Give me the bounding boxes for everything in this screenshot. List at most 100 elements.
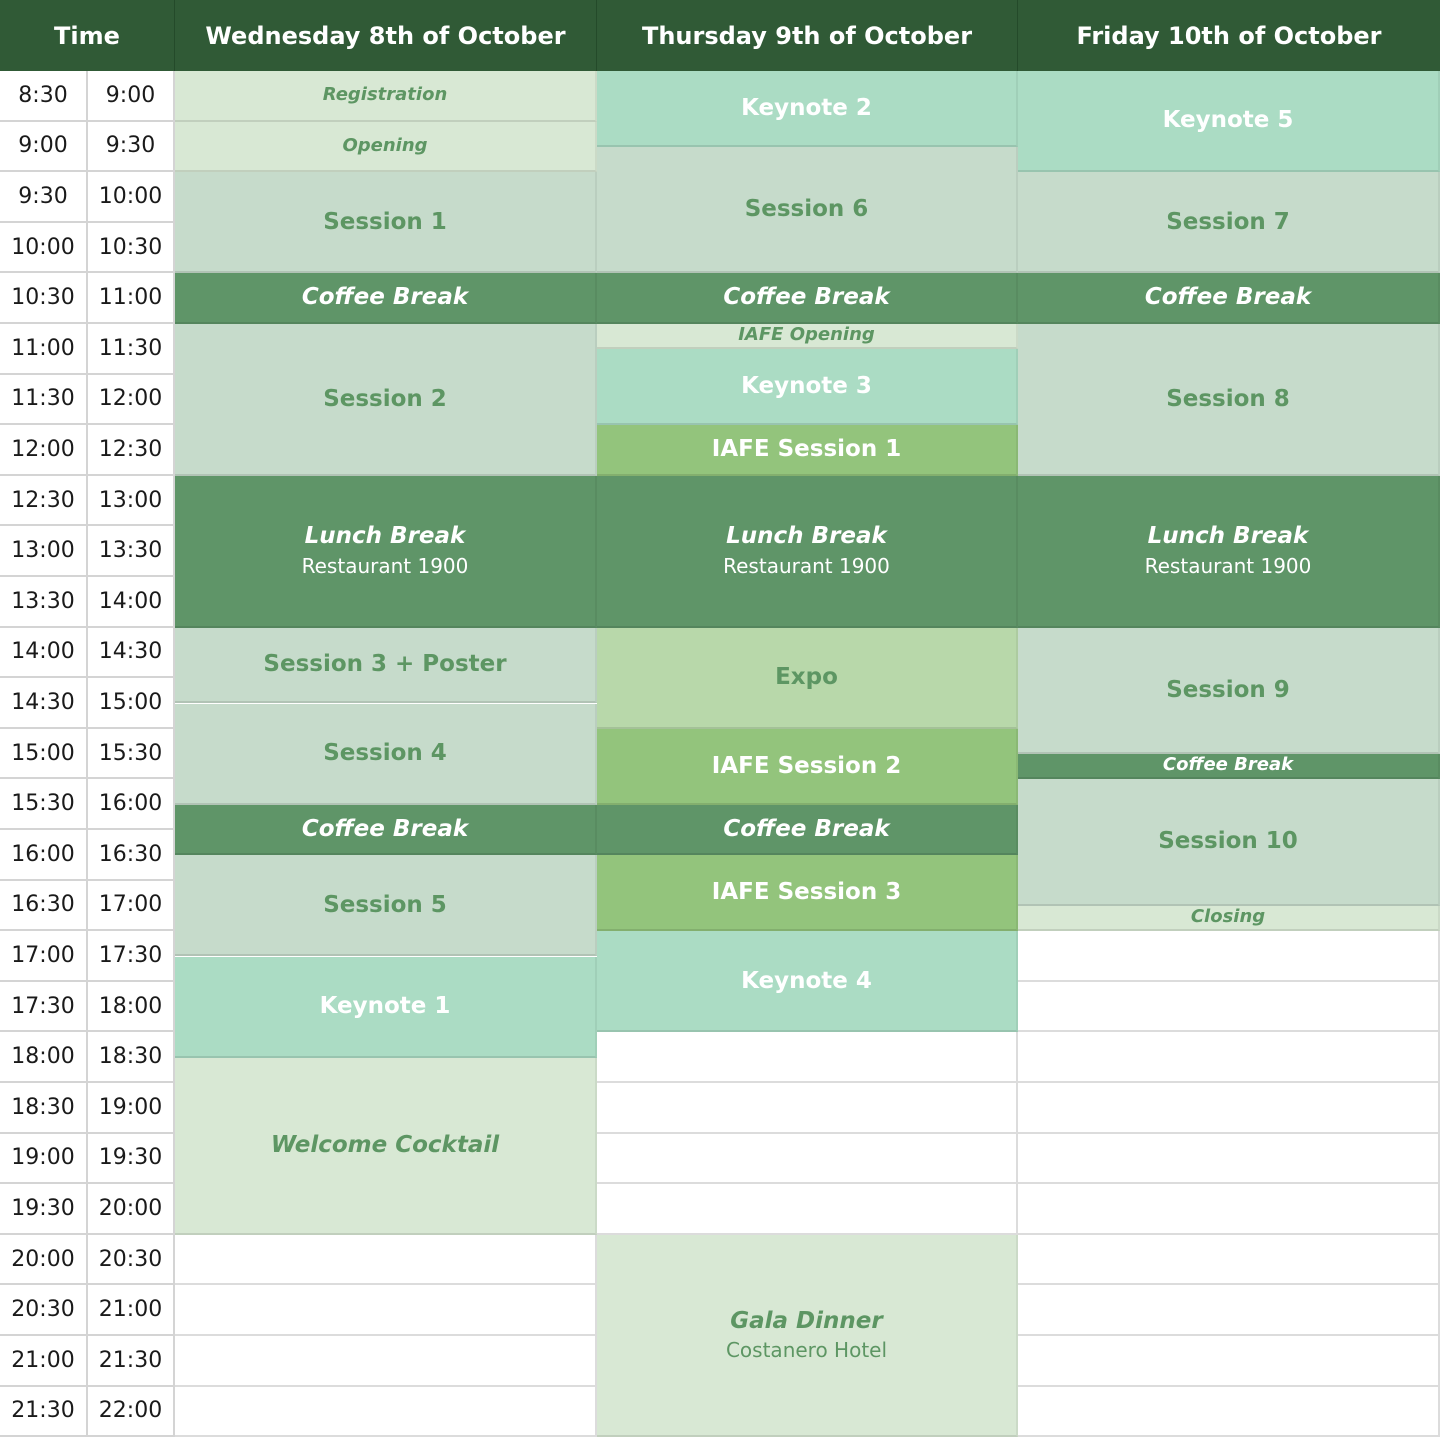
- event-title: Coffee Break: [723, 815, 890, 842]
- event-session-6: Session 6: [597, 146, 1018, 274]
- slot-start-time: 21:00: [0, 1336, 88, 1387]
- event-title: Keynote 5: [1162, 107, 1294, 134]
- slot-end-time: 17:00: [88, 880, 175, 932]
- slot-start-time: 16:00: [0, 830, 88, 881]
- event-registration: Registration: [175, 71, 597, 122]
- event-title: Expo: [775, 663, 838, 690]
- slot-start-time: 9:00: [0, 121, 88, 173]
- event-title: Closing: [1190, 906, 1266, 928]
- slot-end-time: 20:00: [88, 1184, 175, 1235]
- empty-cell-thursday: [597, 1184, 1018, 1235]
- event-coffee-break: Coffee Break: [597, 273, 1018, 324]
- slot-end-time: 11:30: [88, 324, 175, 375]
- empty-cell-thursday: [597, 1032, 1018, 1083]
- event-title: Session 6: [744, 195, 869, 222]
- slot-start-time: 11:00: [0, 324, 88, 375]
- slot-end-time: 15:00: [88, 678, 175, 729]
- event-title: Session 9: [1166, 676, 1290, 703]
- event-title: Coffee Break: [301, 815, 469, 842]
- slot-start-time: 17:00: [0, 931, 88, 982]
- event-title: IAFE Session 2: [711, 752, 902, 779]
- empty-cell-friday: [1018, 1234, 1440, 1286]
- slot-start-time: 15:30: [0, 779, 88, 830]
- event-title: Keynote 3: [741, 373, 872, 400]
- event-keynote-4: Keynote 4: [597, 931, 1018, 1033]
- event-title: Lunch Break: [726, 523, 887, 550]
- slot-end-time: 13:30: [88, 526, 175, 577]
- slot-start-time: 19:00: [0, 1133, 88, 1185]
- empty-cell-wednesday: [175, 1234, 597, 1286]
- slot-end-time: 20:30: [88, 1234, 175, 1286]
- slot-end-time: 19:30: [88, 1133, 175, 1185]
- slot-end-time: 10:30: [88, 222, 175, 274]
- event-keynote-2: Keynote 2: [597, 71, 1018, 147]
- slot-end-time: 11:00: [88, 273, 175, 324]
- slot-start-time: 21:30: [0, 1386, 88, 1438]
- empty-cell-friday: [1018, 1336, 1440, 1387]
- event-title: Session 5: [323, 891, 447, 918]
- event-coffee-break: Coffee Break: [1018, 754, 1440, 780]
- event-title: Session 1: [323, 208, 447, 235]
- slot-start-time: 14:00: [0, 627, 88, 679]
- event-closing: Closing: [1018, 905, 1440, 932]
- event-title: Lunch Break: [1147, 523, 1309, 550]
- slot-end-time: 21:30: [88, 1336, 175, 1387]
- event-title: Session 2: [323, 385, 447, 412]
- slot-end-time: 16:30: [88, 830, 175, 881]
- event-title: Coffee Break: [723, 284, 890, 311]
- event-session-8: Session 8: [1018, 324, 1440, 476]
- event-keynote-3: Keynote 3: [597, 349, 1018, 426]
- slot-start-time: 9:30: [0, 172, 88, 223]
- empty-cell-thursday: [597, 1133, 1018, 1185]
- event-coffee-break: Coffee Break: [175, 273, 597, 324]
- event-title: Coffee Break: [1144, 284, 1312, 311]
- event-coffee-break: Coffee Break: [1018, 273, 1440, 324]
- event-title: Registration: [322, 83, 448, 105]
- empty-cell-friday: [1018, 1083, 1440, 1134]
- slot-start-time: 10:00: [0, 222, 88, 274]
- empty-cell-friday: [1018, 1133, 1440, 1185]
- slot-end-time: 21:00: [88, 1285, 175, 1336]
- slot-start-time: 17:30: [0, 981, 88, 1033]
- event-opening: Opening: [175, 121, 597, 173]
- slot-end-time: 15:30: [88, 728, 175, 780]
- slot-end-time: 19:00: [88, 1083, 175, 1134]
- event-title: Opening: [342, 134, 428, 156]
- event-title: Coffee Break: [1162, 754, 1294, 776]
- slot-end-time: 22:00: [88, 1386, 175, 1438]
- empty-cell-friday: [1018, 1184, 1440, 1235]
- event-title: Coffee Break: [301, 284, 469, 311]
- event-title: Keynote 1: [319, 992, 451, 1019]
- slot-start-time: 12:30: [0, 475, 88, 527]
- slot-start-time: 15:00: [0, 728, 88, 780]
- empty-cell-wednesday: [175, 1336, 597, 1387]
- event-session-3-poster: Session 3 + Poster: [175, 627, 597, 704]
- slot-start-time: 13:00: [0, 526, 88, 577]
- event-iafe-session-1: IAFE Session 1: [597, 425, 1018, 476]
- event-title: Session 3 + Poster: [263, 651, 507, 678]
- empty-cell-friday: [1018, 1032, 1440, 1083]
- slot-start-time: 20:30: [0, 1285, 88, 1336]
- event-session-7: Session 7: [1018, 172, 1440, 274]
- event-iafe-session-2: IAFE Session 2: [597, 728, 1018, 805]
- empty-cell-friday: [1018, 981, 1440, 1033]
- event-keynote-5: Keynote 5: [1018, 71, 1440, 173]
- slot-start-time: 10:30: [0, 273, 88, 324]
- event-lunch-break: Lunch Break Restaurant 1900: [1018, 475, 1440, 628]
- time-column-header: Time: [0, 0, 175, 71]
- event-title: Session 8: [1166, 385, 1290, 412]
- conference-schedule-grid: Time Wednesday 8th of October Thursday 9…: [0, 0, 1440, 1439]
- slot-start-time: 20:00: [0, 1234, 88, 1286]
- slot-end-time: 18:00: [88, 981, 175, 1033]
- event-coffee-break: Coffee Break: [597, 804, 1018, 856]
- empty-cell-friday: [1018, 1386, 1440, 1438]
- event-title: Session 4: [323, 739, 447, 766]
- event-title: IAFE Session 1: [711, 436, 902, 463]
- slot-end-time: 10:00: [88, 172, 175, 223]
- event-welcome-cocktail: Welcome Cocktail: [175, 1057, 597, 1235]
- empty-cell-friday: [1018, 1285, 1440, 1336]
- event-session-1: Session 1: [175, 172, 597, 274]
- slot-start-time: 18:30: [0, 1083, 88, 1134]
- event-location: Restaurant 1900: [301, 553, 469, 578]
- empty-cell-wednesday: [175, 1386, 597, 1438]
